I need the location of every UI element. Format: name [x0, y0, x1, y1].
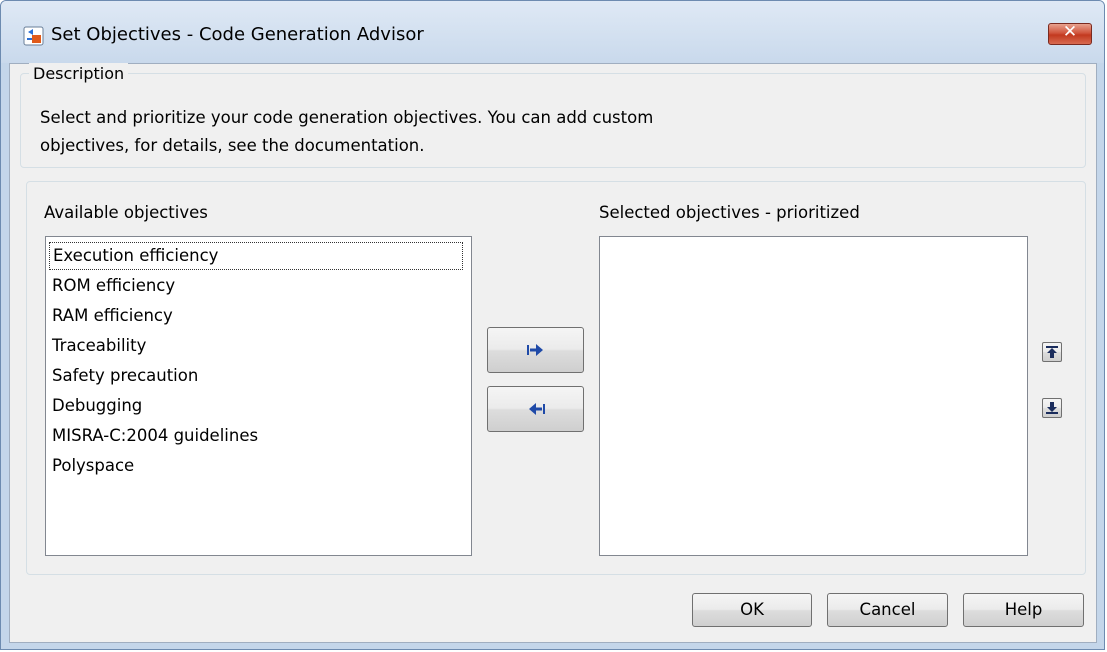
help-button[interactable]: Help [963, 593, 1084, 627]
remove-objective-button[interactable] [487, 386, 584, 432]
move-up-icon [1046, 346, 1058, 358]
arrow-left-icon [529, 403, 545, 415]
selected-objectives-list[interactable] [599, 236, 1028, 556]
title-bar[interactable]: Set Objectives - Code Generation Advisor… [1, 1, 1104, 63]
arrow-right-icon [527, 344, 543, 356]
description-line-2: objectives, for details, see the documen… [40, 136, 425, 155]
description-line-1: Select and prioritize your code generati… [40, 108, 654, 127]
list-item-execution-efficiency[interactable]: Execution efficiency [49, 242, 463, 270]
available-objectives-label: Available objectives [44, 203, 208, 222]
list-item-safety-precaution[interactable]: Safety precaution [52, 362, 198, 390]
move-down-button[interactable] [1042, 398, 1062, 418]
cancel-button[interactable]: Cancel [827, 593, 948, 627]
list-item-ram-efficiency[interactable]: RAM efficiency [52, 302, 173, 330]
selected-objectives-label: Selected objectives - prioritized [599, 203, 860, 222]
move-up-button[interactable] [1042, 342, 1062, 362]
window-title: Set Objectives - Code Generation Advisor [51, 24, 424, 45]
description-text: Select and prioritize your code generati… [40, 104, 940, 160]
simulink-icon [23, 26, 44, 46]
close-button[interactable]: ✕ [1048, 22, 1092, 45]
close-icon: ✕ [1062, 22, 1078, 42]
list-item-debugging[interactable]: Debugging [52, 392, 142, 420]
move-down-icon [1046, 402, 1058, 414]
ok-button[interactable]: OK [692, 593, 812, 627]
list-item-misra-c-guidelines[interactable]: MISRA-C:2004 guidelines [52, 422, 258, 450]
available-objectives-list[interactable]: Execution efficiency ROM efficiency RAM … [45, 236, 472, 556]
description-legend: Description [29, 63, 129, 85]
list-item-rom-efficiency[interactable]: ROM efficiency [52, 272, 175, 300]
list-item-polyspace[interactable]: Polyspace [52, 452, 134, 480]
add-objective-button[interactable] [487, 327, 584, 373]
list-item-traceability[interactable]: Traceability [52, 332, 146, 360]
